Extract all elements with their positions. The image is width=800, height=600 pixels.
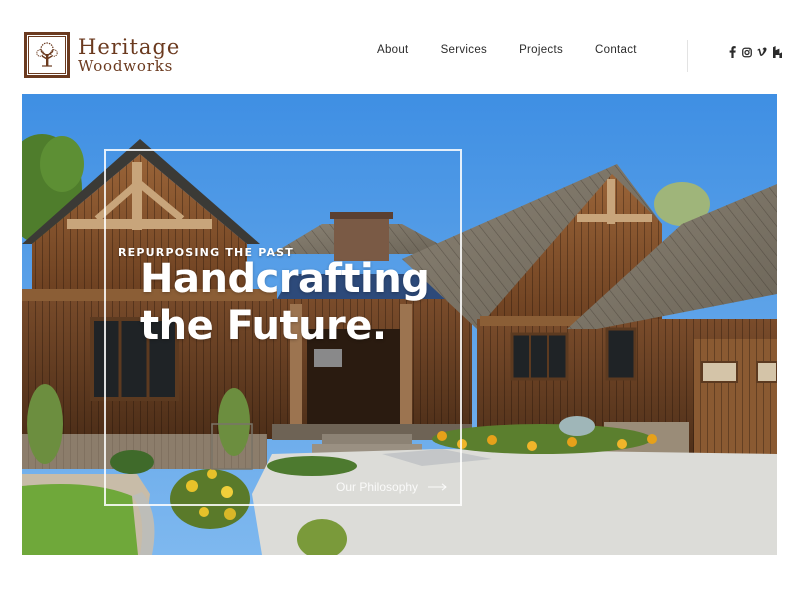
nav-contact[interactable]: Contact: [595, 44, 637, 56]
main-nav: About Services Projects Contact: [377, 44, 669, 56]
instagram-icon[interactable]: [742, 46, 752, 58]
social-links: [727, 46, 787, 58]
site-header: Heritage Woodworks About Services Projec…: [0, 0, 800, 94]
hero-headline-line2: the Future.: [140, 303, 387, 349]
nav-projects[interactable]: Projects: [519, 44, 563, 56]
houzz-icon[interactable]: [772, 46, 782, 58]
brand-line1: Heritage: [78, 34, 181, 59]
arrow-right-icon: [428, 483, 447, 491]
cta-label: Our Philosophy: [336, 480, 419, 494]
brand-name: Heritage Woodworks: [78, 34, 181, 75]
brand-line2: Woodworks: [78, 56, 174, 75]
hero-headline-line1: Handcrafting: [140, 256, 430, 302]
hero-headline: Handcrafting the Future.: [140, 256, 430, 350]
vimeo-icon[interactable]: [757, 46, 767, 58]
nav-about[interactable]: About: [377, 44, 409, 56]
facebook-icon[interactable]: [727, 46, 737, 58]
tree-logo-icon: [24, 32, 70, 78]
nav-services[interactable]: Services: [441, 44, 488, 56]
our-philosophy-link[interactable]: Our Philosophy: [336, 480, 448, 494]
hero-banner: REPURPOSING THE PAST Handcrafting the Fu…: [22, 94, 777, 555]
logo[interactable]: Heritage Woodworks: [24, 32, 180, 78]
header-divider: [687, 40, 688, 72]
